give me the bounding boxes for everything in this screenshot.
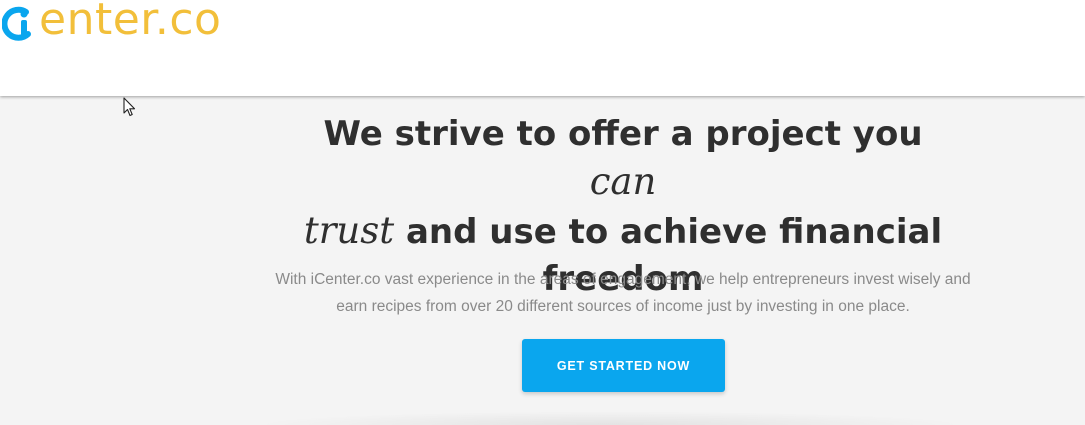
site-logo[interactable]: enter.co	[2, 0, 221, 46]
mouse-cursor-icon	[123, 97, 137, 122]
site-header: enter.co	[0, 0, 1085, 96]
logo-mark-icon	[2, 0, 38, 46]
get-started-button[interactable]: GET STARTED NOW	[522, 339, 725, 392]
hero-section: We strive to offer a project you can trus…	[0, 96, 1085, 425]
headline-accent-trust: trust	[303, 209, 395, 252]
headline-accent-can: can	[589, 160, 657, 203]
headline-part-1: We strive to offer a project you	[323, 114, 923, 154]
logo-text: enter.co	[39, 0, 222, 45]
hero-subtitle: With iCenter.co vast experience in the a…	[275, 271, 971, 315]
